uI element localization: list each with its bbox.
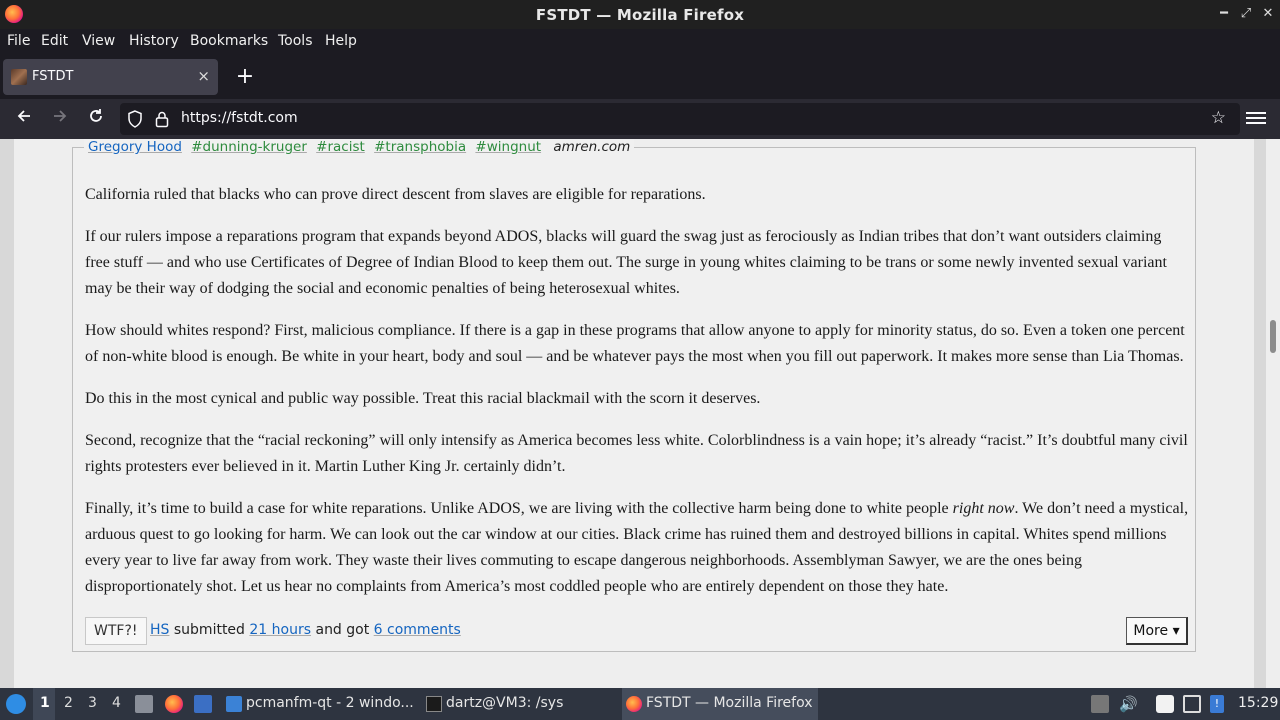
- page-margin-right: [1254, 139, 1266, 688]
- tag-link[interactable]: #racist: [316, 139, 365, 155]
- task-terminal[interactable]: dartz@VM3: /sys: [422, 688, 618, 720]
- workspace-1[interactable]: 1: [40, 695, 50, 711]
- site-favicon-icon: [11, 69, 27, 85]
- submitter-link[interactable]: HS: [150, 622, 169, 638]
- back-arrow-icon[interactable]: [12, 107, 36, 131]
- close-window-icon[interactable]: ✕: [1258, 4, 1278, 24]
- address-bar[interactable]: https://fstdt.com ☆: [120, 103, 1240, 135]
- bookmark-star-icon[interactable]: ☆: [1211, 108, 1226, 128]
- tab-close-icon[interactable]: ×: [197, 67, 210, 85]
- tray-app-icon[interactable]: [1091, 695, 1109, 713]
- tab-bar: FSTDT × +: [0, 55, 1280, 99]
- reload-icon[interactable]: [84, 107, 108, 131]
- workspace-4[interactable]: 4: [112, 695, 121, 711]
- comments-link[interactable]: 6 comments: [374, 622, 461, 638]
- clipboard-icon[interactable]: [1156, 695, 1174, 713]
- url-text[interactable]: https://fstdt.com: [181, 110, 298, 126]
- menu-bar: File Edit View History Bookmarks Tools H…: [0, 29, 1280, 55]
- quote-post: Gregory Hood #dunning-kruger #racist #tr…: [72, 139, 1196, 652]
- more-dropdown-button[interactable]: More ▾: [1126, 617, 1188, 645]
- menu-history[interactable]: History: [129, 33, 179, 49]
- and-got-label: and got: [315, 622, 370, 638]
- restore-icon[interactable]: ⤢: [1236, 4, 1256, 24]
- tag-link[interactable]: #dunning-kruger: [191, 139, 307, 155]
- menu-tools[interactable]: Tools: [278, 33, 313, 49]
- new-tab-button[interactable]: +: [232, 63, 258, 91]
- task-pcmanfm[interactable]: pcmanfm-qt - 2 windo...: [222, 688, 418, 720]
- wtf-vote-button[interactable]: WTF?!: [85, 617, 147, 645]
- task-firefox[interactable]: FSTDT — Mozilla Firefox: [622, 688, 818, 720]
- tag-link[interactable]: #transphobia: [374, 139, 466, 155]
- workspace-3[interactable]: 3: [88, 695, 97, 711]
- tab-title: FSTDT: [32, 69, 74, 84]
- menu-bookmarks[interactable]: Bookmarks: [190, 33, 268, 49]
- task-label: pcmanfm-qt - 2 windo...: [246, 695, 414, 711]
- post-paragraph: Do this in the most cynical and public w…: [85, 390, 761, 407]
- terminal-icon: [426, 696, 442, 712]
- tag-link[interactable]: #wingnut: [475, 139, 541, 155]
- post-tagline: Gregory Hood #dunning-kruger #racist #tr…: [84, 139, 635, 155]
- post-paragraph: How should whites respond? First, malici…: [85, 322, 1185, 365]
- tab-fstdt[interactable]: FSTDT ×: [3, 59, 218, 95]
- firefox-launcher-icon[interactable]: [165, 695, 183, 713]
- scrollbar-thumb[interactable]: [1270, 320, 1276, 353]
- source-site: amren.com: [553, 139, 631, 155]
- post-paragraph: Second, recognize that the “racial recko…: [85, 432, 1188, 475]
- forward-arrow-icon[interactable]: [48, 107, 72, 131]
- paragraph-text: Finally, it’s time to build a case for w…: [85, 500, 953, 517]
- menu-view[interactable]: View: [82, 33, 115, 49]
- desktop-launcher-icon[interactable]: [194, 695, 212, 713]
- time-link[interactable]: 21 hours: [249, 622, 311, 638]
- page-content: Gregory Hood #dunning-kruger #racist #tr…: [0, 139, 1280, 688]
- window-title: FSTDT — Mozilla Firefox: [535, 6, 745, 24]
- shield-icon[interactable]: [127, 110, 143, 132]
- taskbar: 1 2 3 4 pcmanfm-qt - 2 windo... dartz@VM…: [0, 688, 1280, 720]
- volume-icon[interactable]: 🔊: [1119, 695, 1138, 713]
- clock: 15:29: [1238, 695, 1279, 711]
- folder-icon: [226, 696, 242, 712]
- author-link[interactable]: Gregory Hood: [88, 139, 182, 155]
- minimize-icon[interactable]: ━: [1214, 4, 1234, 24]
- scrollbar[interactable]: [1266, 139, 1280, 688]
- app-menu-icon[interactable]: [1246, 109, 1266, 127]
- submitted-label: submitted: [173, 622, 245, 638]
- task-label: FSTDT — Mozilla Firefox: [646, 695, 813, 711]
- start-menu-icon[interactable]: [6, 694, 26, 714]
- menu-file[interactable]: File: [7, 33, 30, 49]
- task-label: dartz@VM3: /sys: [446, 695, 564, 711]
- window-titlebar: FSTDT — Mozilla Firefox ━ ⤢ ✕: [0, 0, 1280, 29]
- page-margin-left: [0, 139, 14, 688]
- firefox-icon: [626, 696, 642, 712]
- notification-icon[interactable]: !: [1210, 695, 1224, 713]
- lock-icon[interactable]: [154, 110, 170, 132]
- menu-edit[interactable]: Edit: [41, 33, 68, 49]
- post-body: California ruled that blacks who can pro…: [85, 182, 1189, 600]
- post-paragraph: If our rulers impose a reparations progr…: [85, 228, 1167, 297]
- display-icon[interactable]: [1183, 695, 1201, 713]
- post-paragraph: Finally, it’s time to build a case for w…: [85, 496, 1189, 600]
- post-paragraph: California ruled that blacks who can pro…: [85, 186, 706, 203]
- file-manager-launcher-icon[interactable]: [135, 695, 153, 713]
- nav-bar: https://fstdt.com ☆: [0, 99, 1280, 139]
- workspace-2[interactable]: 2: [64, 695, 73, 711]
- submission-info: HS submitted 21 hours and got 6 comments: [150, 622, 461, 638]
- paragraph-emphasis: right now: [952, 500, 1015, 517]
- menu-help[interactable]: Help: [325, 33, 357, 49]
